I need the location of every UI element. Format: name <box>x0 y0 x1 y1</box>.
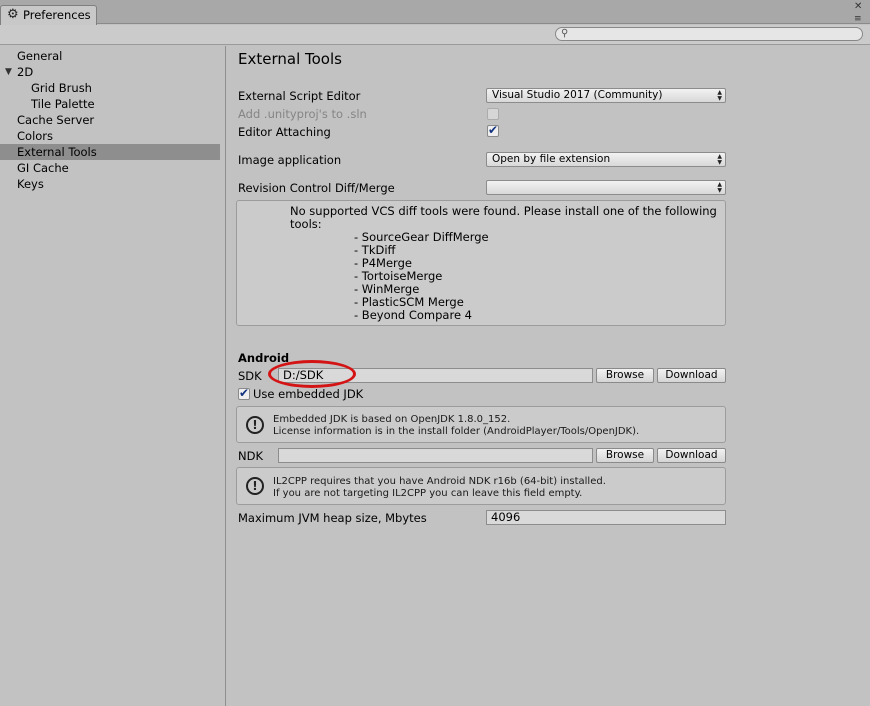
editor-attaching-label: Editor Attaching <box>238 125 331 139</box>
ndk-path-field[interactable] <box>278 448 593 463</box>
jvm-heap-value: 4096 <box>491 510 521 524</box>
sidebar-item-colors[interactable]: Colors <box>0 128 220 144</box>
image-app-dropdown[interactable]: Open by file extension ▲ ▼ <box>486 152 726 167</box>
sidebar-item-label: Cache Server <box>17 113 95 127</box>
sidebar-item-label: GI Cache <box>17 161 69 175</box>
sidebar-item-gi-cache[interactable]: GI Cache <box>0 160 220 176</box>
vcs-help-box: No supported VCS diff tools were found. … <box>236 200 726 326</box>
add-unityproj-label: Add .unityproj's to .sln <box>238 107 367 121</box>
sidebar-item-cache-server[interactable]: Cache Server <box>0 112 220 128</box>
sidebar-item-label: 2D <box>17 65 34 79</box>
vcs-tool-item: - Beyond Compare 4 <box>354 308 472 322</box>
editor-attaching-checkbox[interactable]: ✔ <box>487 123 499 137</box>
jvm-heap-field[interactable]: 4096 <box>486 510 726 525</box>
sidebar-item-label: General <box>17 49 63 63</box>
sidebar-item-label: External Tools <box>17 145 97 159</box>
revision-control-dropdown[interactable]: ▲ ▼ <box>486 180 726 195</box>
warning-icon: ! <box>246 477 264 495</box>
annotation-highlight-ellipse <box>268 360 356 388</box>
sdk-download-button[interactable]: Download <box>657 368 726 383</box>
sidebar-item-label: Tile Palette <box>31 97 95 111</box>
ndk-info-box: ! IL2CPP requires that you have Android … <box>236 467 726 505</box>
jdk-info-line: License information is in the install fo… <box>273 426 640 437</box>
dropdown-arrow-icon: ▲ ▼ <box>717 181 722 194</box>
page-title: External Tools <box>238 50 342 68</box>
search-icon: ⚲ <box>561 28 569 39</box>
jdk-info-line: Embedded JDK is based on OpenJDK 1.8.0_1… <box>273 414 511 425</box>
search-input[interactable]: ⚲ <box>555 27 863 41</box>
sidebar: General ▼ 2D Grid Brush Tile Palette Cac… <box>0 46 226 706</box>
ndk-label: NDK <box>238 449 263 463</box>
jdk-info-box: ! Embedded JDK is based on OpenJDK 1.8.0… <box>236 406 726 443</box>
ndk-browse-button[interactable]: Browse <box>596 448 654 463</box>
tab-title: Preferences <box>23 8 91 22</box>
image-app-value: Open by file extension <box>492 153 611 165</box>
ndk-download-button[interactable]: Download <box>657 448 726 463</box>
checkmark-icon: ✔ <box>239 386 250 400</box>
use-embedded-jdk-label: Use embedded JDK <box>253 387 364 401</box>
vcs-message-line: No supported VCS diff tools were found. … <box>290 204 717 218</box>
window-menu-icon[interactable]: ≡ <box>854 14 864 24</box>
sidebar-item-label: Keys <box>17 177 44 191</box>
toolbar: ⚲ <box>0 25 870 45</box>
sdk-label: SDK <box>238 369 262 383</box>
close-icon[interactable]: ✕ <box>854 2 864 12</box>
jvm-heap-label: Maximum JVM heap size, Mbytes <box>238 511 427 525</box>
sidebar-item-label: Colors <box>17 129 54 143</box>
image-app-label: Image application <box>238 153 342 167</box>
add-unityproj-checkbox[interactable] <box>487 108 499 120</box>
script-editor-label: External Script Editor <box>238 89 361 103</box>
sdk-browse-button[interactable]: Browse <box>596 368 654 383</box>
warning-icon: ! <box>246 416 264 434</box>
window-titlebar <box>0 0 870 24</box>
checkmark-icon: ✔ <box>488 123 499 137</box>
sidebar-item-keys[interactable]: Keys <box>0 176 220 192</box>
vcs-message-line: tools: <box>290 217 322 231</box>
use-embedded-jdk-checkbox[interactable]: ✔ <box>238 386 250 400</box>
script-editor-value: Visual Studio 2017 (Community) <box>492 89 663 101</box>
script-editor-dropdown[interactable]: Visual Studio 2017 (Community) ▲ ▼ <box>486 88 726 103</box>
dropdown-arrow-icon: ▲ ▼ <box>717 89 722 102</box>
sidebar-item-label: Grid Brush <box>31 81 92 95</box>
sidebar-item-2d[interactable]: 2D <box>0 64 220 80</box>
sidebar-item-general[interactable]: General <box>0 48 220 64</box>
dropdown-arrow-icon: ▲ ▼ <box>717 153 722 166</box>
ndk-info-line: IL2CPP requires that you have Android ND… <box>273 476 606 487</box>
preferences-tab[interactable]: ⚙ Preferences <box>0 5 97 25</box>
gear-icon: ⚙ <box>7 7 19 22</box>
sidebar-item-external-tools[interactable]: External Tools <box>0 144 220 160</box>
ndk-info-line: If you are not targeting IL2CPP you can … <box>273 488 583 499</box>
revision-control-label: Revision Control Diff/Merge <box>238 181 395 195</box>
sidebar-item-tile-palette[interactable]: Tile Palette <box>0 96 220 112</box>
sidebar-item-grid-brush[interactable]: Grid Brush <box>0 80 220 96</box>
